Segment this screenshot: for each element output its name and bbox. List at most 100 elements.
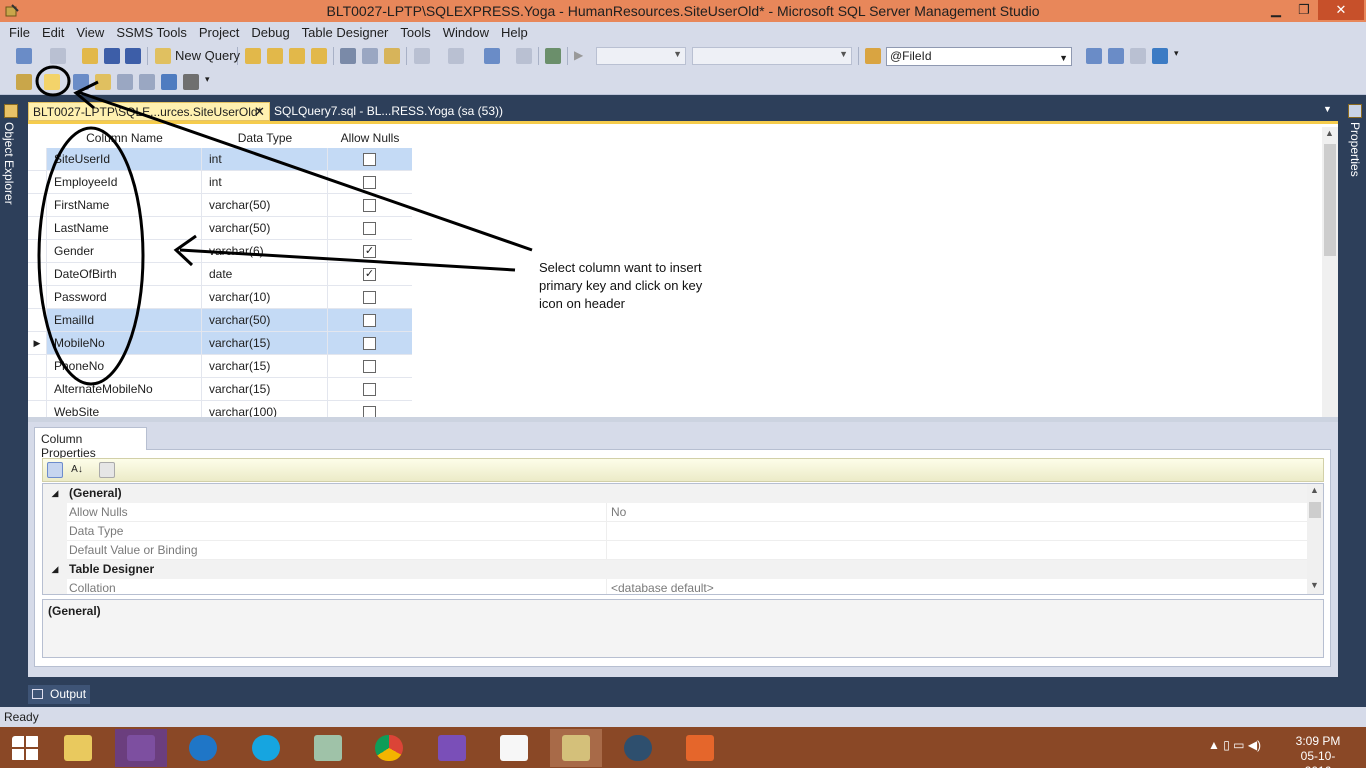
- grid-scrollbar[interactable]: ▲: [1322, 127, 1338, 417]
- scroll-up-icon[interactable]: ▲: [1310, 485, 1319, 495]
- sticky-notes-icon[interactable]: [302, 729, 354, 767]
- row-selector[interactable]: [28, 309, 47, 331]
- tab-list-dropdown-icon[interactable]: ▼: [1323, 104, 1332, 114]
- allow-nulls-checkbox[interactable]: [363, 360, 376, 373]
- column-name-cell[interactable]: LastName: [47, 217, 202, 239]
- table-row[interactable]: LastName varchar(50): [28, 217, 412, 240]
- data-type-cell[interactable]: varchar(100): [202, 401, 328, 417]
- menu-edit[interactable]: Edit: [36, 25, 70, 40]
- manage-check-constraints-icon[interactable]: [161, 74, 177, 90]
- collapse-icon[interactable]: ◢: [43, 484, 67, 503]
- row-selector[interactable]: [28, 401, 47, 417]
- row-selector[interactable]: [28, 148, 47, 170]
- property-row[interactable]: Collation <database default>: [43, 579, 1323, 594]
- close-icon[interactable]: ✕: [254, 104, 265, 120]
- data-type-cell[interactable]: varchar(15): [202, 355, 328, 377]
- menu-table-designer[interactable]: Table Designer: [296, 25, 395, 40]
- solution-platform-combo[interactable]: ▼: [692, 47, 852, 65]
- properties-tab[interactable]: Properties: [1348, 122, 1362, 177]
- data-type-cell[interactable]: int: [202, 148, 328, 170]
- start-debug-icon[interactable]: ▶: [574, 48, 590, 64]
- data-type-cell[interactable]: varchar(15): [202, 378, 328, 400]
- close-icon[interactable]: ✕: [1318, 0, 1364, 20]
- query-analysis-icon[interactable]: [267, 48, 283, 64]
- chrome-icon[interactable]: [363, 729, 415, 767]
- menu-project[interactable]: Project: [193, 25, 245, 40]
- data-type-cell[interactable]: int: [202, 171, 328, 193]
- menu-debug[interactable]: Debug: [245, 25, 295, 40]
- table-row[interactable]: SiteUserId int: [28, 148, 412, 171]
- save-all-icon[interactable]: [125, 48, 141, 64]
- tab-column-properties[interactable]: Column Properties: [34, 427, 147, 460]
- table-row[interactable]: Password varchar(10): [28, 286, 412, 309]
- manage-indexes-icon[interactable]: [95, 74, 111, 90]
- ssms-icon[interactable]: [550, 729, 602, 767]
- cut-icon[interactable]: [340, 48, 356, 64]
- set-primary-key-icon[interactable]: [44, 74, 60, 90]
- save-icon[interactable]: [104, 48, 120, 64]
- table-row[interactable]: ▶ MobileNo varchar(15): [28, 332, 412, 355]
- new-project-icon[interactable]: [16, 48, 32, 64]
- allow-nulls-checkbox[interactable]: [363, 406, 376, 417]
- row-selector[interactable]: [28, 355, 47, 377]
- allow-nulls-checkbox[interactable]: [363, 291, 376, 304]
- chevron-down-icon[interactable]: ▼: [1059, 50, 1068, 67]
- categorized-icon[interactable]: [47, 462, 63, 478]
- paste-icon[interactable]: [384, 48, 400, 64]
- tab-output[interactable]: Output: [28, 685, 90, 704]
- data-type-cell[interactable]: varchar(10): [202, 286, 328, 308]
- allow-nulls-checkbox[interactable]: [363, 176, 376, 189]
- menu-help[interactable]: Help: [495, 25, 534, 40]
- new-query-button[interactable]: New Query: [175, 48, 240, 63]
- row-selector[interactable]: ▶: [28, 332, 47, 354]
- scroll-thumb[interactable]: [1324, 144, 1336, 256]
- minimize-icon[interactable]: ▁: [1262, 0, 1290, 20]
- allow-nulls-checkbox[interactable]: ✓: [363, 268, 376, 281]
- property-value[interactable]: <database default>: [607, 579, 1307, 594]
- table-row[interactable]: EmailId varchar(50): [28, 309, 412, 332]
- scroll-down-icon[interactable]: ▼: [1310, 580, 1319, 590]
- property-row[interactable]: Default Value or Binding: [43, 541, 1323, 560]
- table-row[interactable]: PhoneNo varchar(15): [28, 355, 412, 378]
- alphabetical-icon[interactable]: A↓: [69, 462, 85, 478]
- solution-config-combo[interactable]: ▼: [596, 47, 686, 65]
- property-row[interactable]: Allow Nulls No: [43, 503, 1323, 522]
- column-name-cell[interactable]: WebSite: [47, 401, 202, 417]
- file-explorer-icon[interactable]: [52, 729, 104, 767]
- menu-view[interactable]: View: [70, 25, 110, 40]
- open-file-icon[interactable]: [82, 48, 98, 64]
- query-db-icon[interactable]: [245, 48, 261, 64]
- tab-table-designer[interactable]: BLT0027-LPTP\SQLE...urces.SiteUserOld* ✕: [28, 102, 270, 121]
- allow-nulls-checkbox[interactable]: [363, 383, 376, 396]
- column-name-cell[interactable]: SiteUserId: [47, 148, 202, 170]
- table-row[interactable]: FirstName varchar(50): [28, 194, 412, 217]
- screenshot-icon[interactable]: [545, 48, 561, 64]
- collapse-icon[interactable]: ◢: [43, 560, 67, 579]
- allow-nulls-checkbox[interactable]: [363, 199, 376, 212]
- scroll-up-icon[interactable]: ▲: [1325, 128, 1334, 138]
- row-selector[interactable]: [28, 240, 47, 262]
- row-selector[interactable]: [28, 171, 47, 193]
- data-type-cell[interactable]: varchar(15): [202, 332, 328, 354]
- taskbar-clock[interactable]: 3:09 PM 05-10-2016: [1288, 734, 1348, 768]
- table-row[interactable]: EmployeeId int: [28, 171, 412, 194]
- notepad-icon[interactable]: [488, 729, 540, 767]
- row-selector[interactable]: [28, 217, 47, 239]
- menu-ssms-tools[interactable]: SSMS Tools: [110, 25, 193, 40]
- tab-sql-query[interactable]: SQLQuery7.sql - BL...RESS.Yoga (sa (53)): [274, 104, 503, 118]
- column-name-cell[interactable]: DateOfBirth: [47, 263, 202, 285]
- properties-window-icon[interactable]: [1108, 48, 1124, 64]
- visual-studio-icon[interactable]: [115, 729, 167, 767]
- teamviewer-icon[interactable]: [177, 729, 229, 767]
- property-category[interactable]: ◢ Table Designer: [43, 560, 1323, 579]
- solution-explorer-icon[interactable]: [1086, 48, 1102, 64]
- allow-nulls-checkbox[interactable]: [363, 222, 376, 235]
- query-xmla-icon[interactable]: [311, 48, 327, 64]
- column-name-cell[interactable]: Password: [47, 286, 202, 308]
- find-combo[interactable]: @FileId ▼: [886, 47, 1072, 66]
- row-selector[interactable]: [28, 263, 47, 285]
- object-explorer-icon[interactable]: [1152, 48, 1168, 64]
- find-in-files-icon[interactable]: [865, 48, 881, 64]
- toolbox-icon[interactable]: [1130, 48, 1146, 64]
- start-button[interactable]: [0, 729, 52, 767]
